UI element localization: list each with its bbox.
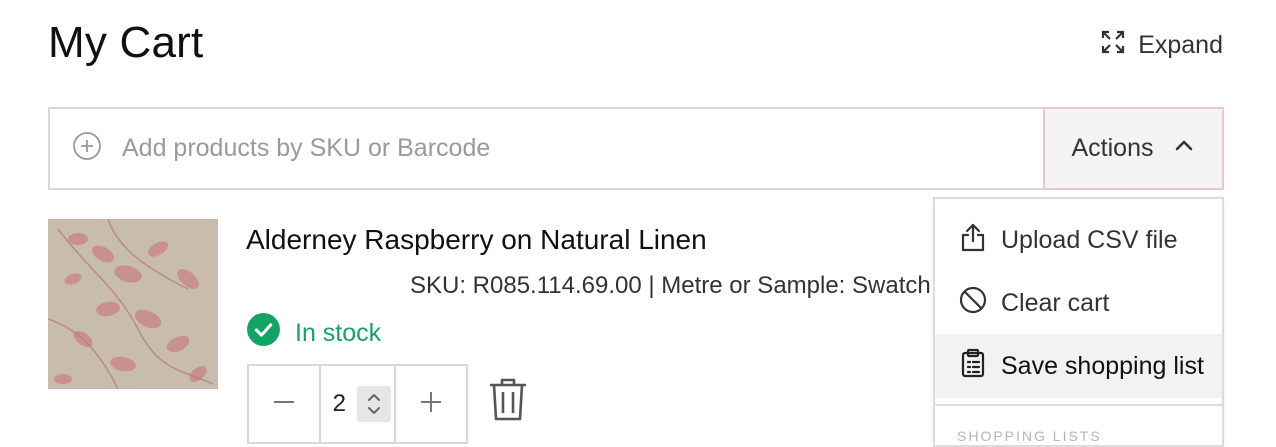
decrease-quantity-button[interactable] — [249, 366, 319, 442]
quantity-field[interactable]: 2 — [318, 366, 397, 442]
ban-icon — [959, 285, 987, 322]
actions-menu: Upload CSV file Clear cart Save shopping… — [933, 197, 1224, 447]
remove-item-button[interactable] — [487, 376, 529, 422]
product-sku-line: SKU: R085.114.69.00 | Metre or Sample: S… — [410, 272, 931, 299]
check-circle-icon — [246, 312, 281, 354]
stock-label: In stock — [295, 318, 382, 347]
sku-input-wrap — [50, 109, 1043, 188]
sku-input[interactable] — [120, 117, 1043, 180]
plus-icon — [419, 390, 443, 419]
upload-icon — [959, 222, 987, 259]
minus-icon — [272, 390, 296, 419]
save-shopping-list-label: Save shopping list — [1001, 351, 1204, 380]
quantity-spinner[interactable] — [356, 386, 391, 422]
increase-quantity-button[interactable] — [396, 366, 466, 442]
clear-cart-label: Clear cart — [1001, 288, 1110, 317]
expand-button[interactable]: Expand — [1100, 28, 1223, 62]
quantity-value[interactable]: 2 — [333, 390, 351, 418]
clipboard-list-icon — [959, 348, 987, 385]
page-title: My Cart — [48, 18, 204, 67]
plus-circle-icon — [72, 131, 102, 166]
product-thumbnail[interactable] — [48, 219, 218, 389]
actions-button[interactable]: Actions — [1043, 107, 1224, 190]
quantity-stepper: 2 — [247, 364, 468, 444]
stock-status: In stock — [246, 312, 381, 354]
expand-label: Expand — [1138, 30, 1223, 59]
clear-cart-menu-item[interactable]: Clear cart — [935, 271, 1222, 335]
upload-csv-label: Upload CSV file — [1001, 225, 1178, 254]
actions-label: Actions — [1071, 134, 1154, 162]
expand-icon — [1100, 29, 1126, 62]
product-name[interactable]: Alderney Raspberry on Natural Linen — [246, 224, 707, 256]
save-shopping-list-menu-item[interactable]: Save shopping list — [935, 334, 1222, 398]
shopping-lists-section-label: SHOPPING LISTS — [957, 428, 1102, 444]
chevron-up-icon — [1173, 134, 1195, 163]
menu-divider — [935, 404, 1222, 406]
add-products-bar: Actions — [48, 107, 1224, 190]
upload-csv-menu-item[interactable]: Upload CSV file — [935, 208, 1222, 272]
trash-icon — [487, 378, 529, 426]
